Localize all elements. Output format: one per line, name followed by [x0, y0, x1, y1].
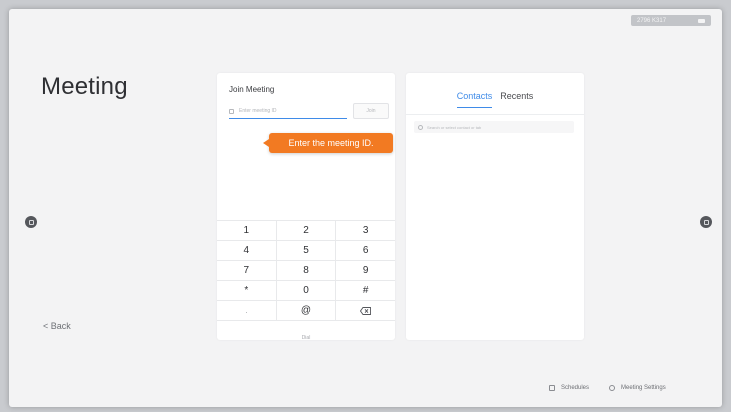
- search-icon: [418, 124, 423, 130]
- meeting-settings-button[interactable]: Meeting Settings: [609, 385, 666, 391]
- page-title: Meeting: [41, 73, 128, 100]
- tab-recents[interactable]: Recents: [500, 91, 533, 108]
- back-button[interactable]: < Back: [43, 321, 71, 331]
- schedules-button[interactable]: Schedules: [549, 385, 589, 391]
- key-7[interactable]: 7: [217, 261, 277, 280]
- camera-icon: [229, 108, 234, 114]
- bottom-bar: Schedules Meeting Settings: [549, 385, 666, 391]
- join-meeting-card: Join Meeting Enter meeting ID Join Enter…: [217, 73, 395, 341]
- meeting-id-tooltip: Enter the meeting ID.: [263, 133, 393, 153]
- key-3[interactable]: 3: [336, 221, 395, 240]
- calendar-icon: [549, 385, 555, 391]
- backspace-icon: [360, 306, 372, 315]
- key-6[interactable]: 6: [336, 241, 395, 260]
- contacts-tabs: Contacts Recents: [406, 91, 584, 108]
- key-1[interactable]: 1: [217, 221, 277, 240]
- meeting-screen: 2796 K317 Meeting < Back Join Meeting En…: [9, 9, 722, 407]
- key-star[interactable]: *: [217, 281, 277, 300]
- schedules-label: Schedules: [561, 385, 590, 391]
- keypad-row: . @: [217, 301, 395, 321]
- keypad-row: 7 8 9: [217, 261, 395, 281]
- meeting-id-placeholder: Enter meeting ID: [239, 108, 277, 114]
- key-9[interactable]: 9: [336, 261, 395, 280]
- key-5[interactable]: 5: [277, 241, 337, 260]
- status-indicator: 2796 K317: [631, 15, 711, 26]
- key-at[interactable]: @: [277, 301, 337, 320]
- keypad-row: 1 2 3: [217, 221, 395, 241]
- key-4[interactable]: 4: [217, 241, 277, 260]
- backspace-button[interactable]: [336, 301, 395, 320]
- meeting-id-input[interactable]: Enter meeting ID: [229, 104, 347, 119]
- contact-search-input[interactable]: Search or select contact or tab: [414, 121, 574, 133]
- dial-button[interactable]: Dial: [217, 335, 395, 341]
- battery-icon: [698, 18, 705, 23]
- key-2[interactable]: 2: [277, 221, 337, 240]
- keypad-row: 4 5 6: [217, 241, 395, 261]
- join-button[interactable]: Join: [353, 103, 389, 119]
- tab-contacts[interactable]: Contacts: [456, 91, 493, 108]
- contacts-card: Contacts Recents Search or select contac…: [406, 73, 584, 340]
- dial-keypad: 1 2 3 4 5 6 7 8 9 * 0 # . @: [217, 220, 395, 321]
- gear-icon: [609, 385, 616, 391]
- tab-divider: [406, 114, 584, 115]
- meeting-settings-label: Meeting Settings: [621, 385, 666, 391]
- key-dot[interactable]: .: [217, 301, 277, 320]
- keypad-row: * 0 #: [217, 281, 395, 301]
- key-8[interactable]: 8: [277, 261, 337, 280]
- key-hash[interactable]: #: [336, 281, 395, 300]
- key-0[interactable]: 0: [277, 281, 337, 300]
- status-label: 2796 K317: [637, 17, 667, 24]
- left-nav-icon[interactable]: [25, 216, 37, 228]
- join-meeting-heading: Join Meeting: [229, 85, 275, 94]
- right-nav-icon[interactable]: [700, 216, 712, 228]
- contact-search-placeholder: Search or select contact or tab: [427, 124, 482, 130]
